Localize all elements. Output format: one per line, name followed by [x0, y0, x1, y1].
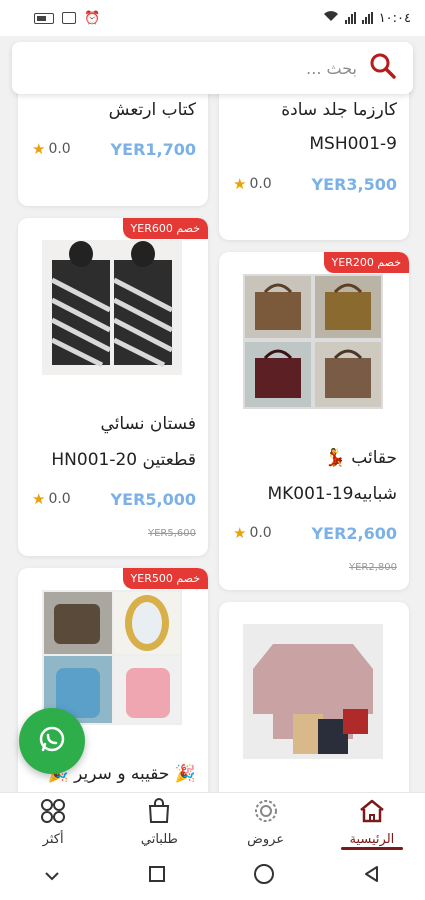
- status-bar-left: ⏰: [34, 11, 100, 26]
- product-title: فستان نسائي: [100, 414, 196, 434]
- battery-icon: [34, 12, 54, 24]
- product-rating: ★ 0.0: [233, 175, 272, 193]
- product-image: [243, 624, 383, 759]
- product-price: YER1,700: [110, 140, 196, 159]
- status-bar: ⏰ ١٠:٠٤: [0, 0, 425, 36]
- search-icon[interactable]: [369, 52, 397, 84]
- star-icon: ★: [233, 524, 247, 542]
- nav-offers-label: عروض: [247, 832, 285, 847]
- product-card[interactable]: كارزما جلد سادة MSH001-9 YER3,500 ★ 0.0: [219, 70, 409, 240]
- nav-more[interactable]: أكثر: [0, 793, 106, 852]
- product-rating: ★ 0.0: [233, 524, 272, 542]
- status-time: ١٠:٠٤: [378, 10, 411, 26]
- whatsapp-icon: [37, 724, 67, 758]
- recent-apps-icon[interactable]: [148, 865, 166, 887]
- android-navigation-bar: [0, 852, 425, 900]
- grid-icon: [40, 798, 66, 828]
- product-card[interactable]: خصم YER200 حقائب 💃 شبابيهMK001-19 YER2,6…: [219, 252, 409, 590]
- discount-badge: خصم YER200: [323, 252, 409, 273]
- home-circle-icon[interactable]: [253, 863, 275, 889]
- product-code: قطعتين HN001-20: [51, 450, 196, 470]
- search-input[interactable]: بحث ...: [306, 59, 357, 78]
- product-price: YER3,500: [311, 175, 397, 194]
- product-image: [42, 590, 182, 725]
- signal-icon: [344, 12, 356, 24]
- discount-badge: خصم YER600: [122, 218, 208, 239]
- chevron-down-icon[interactable]: [43, 867, 61, 886]
- star-icon: ★: [32, 140, 46, 158]
- home-icon: [358, 798, 386, 828]
- status-bar-right: ١٠:٠٤: [323, 10, 411, 26]
- product-code: شبابيهMK001-19: [267, 484, 397, 504]
- nav-home[interactable]: الرئيسية: [319, 793, 425, 852]
- product-title: كارزما جلد سادة: [281, 100, 397, 120]
- star-icon: ★: [32, 490, 46, 508]
- offers-icon: [253, 798, 279, 828]
- nav-more-label: أكثر: [42, 832, 64, 847]
- old-price: YER5,600: [147, 528, 196, 539]
- nav-home-label: الرئيسية: [349, 832, 395, 847]
- product-image: [42, 240, 182, 375]
- screen: ⏰ ١٠:٠٤ بحث ... كتاب ارتعش YER1,700 ★ 0.0…: [0, 0, 425, 900]
- phone-vibrate-icon: [62, 12, 76, 24]
- nav-offers[interactable]: عروض: [213, 793, 319, 852]
- search-bar[interactable]: بحث ...: [12, 42, 413, 94]
- product-rating: ★ 0.0: [32, 490, 71, 508]
- signal-2-icon: [361, 12, 373, 24]
- star-icon: ★: [233, 175, 247, 193]
- product-card[interactable]: خصم YER600 فستان نسائي قطعتين HN001-20 Y…: [18, 218, 208, 556]
- wifi-icon: [323, 10, 339, 26]
- product-title: كتاب ارتعش: [108, 100, 196, 120]
- product-price: YER2,600: [311, 524, 397, 543]
- back-triangle-icon[interactable]: [362, 864, 382, 888]
- bottom-navigation: أكثر طلباتي عروض الرئيسية: [0, 792, 425, 852]
- product-title: حقائب 💃: [324, 448, 397, 468]
- alarm-icon: ⏰: [84, 10, 101, 26]
- product-price: YER5,000: [110, 490, 196, 509]
- product-card[interactable]: خصم YER500 🎉 حقيبه و سرير 🎉: [18, 568, 208, 828]
- shopping-bag-icon: [147, 798, 171, 828]
- product-image: [243, 274, 383, 409]
- nav-orders[interactable]: طلباتي: [106, 793, 212, 852]
- nav-orders-label: طلباتي: [140, 832, 178, 847]
- product-rating: ★ 0.0: [32, 140, 71, 158]
- old-price: YER2,800: [348, 562, 397, 573]
- product-code: MSH001-9: [309, 134, 397, 154]
- discount-badge: خصم YER500: [122, 568, 208, 589]
- whatsapp-button[interactable]: [19, 708, 85, 774]
